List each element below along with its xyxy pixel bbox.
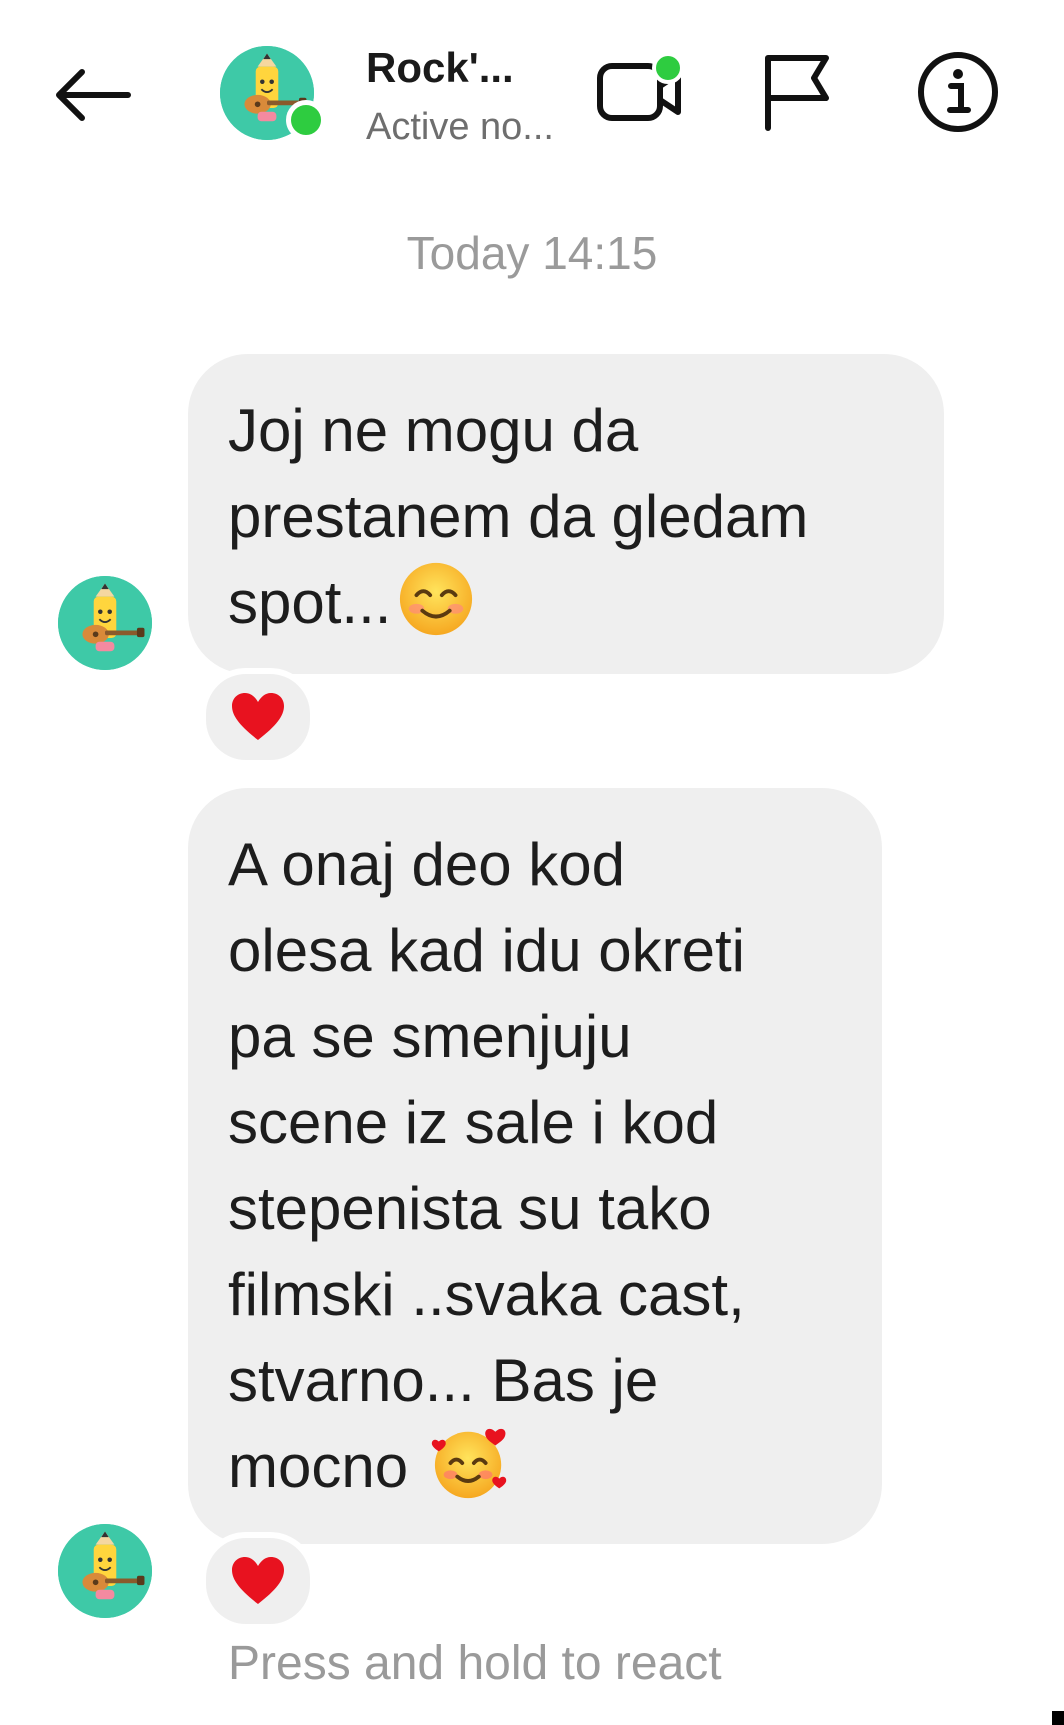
heart-icon: [232, 1557, 284, 1604]
message-line: stepenista su tako: [228, 1175, 712, 1242]
smiling-face-with-hearts-icon: [431, 1424, 509, 1502]
contact-status: Active no...: [366, 106, 554, 148]
message-line: olesa kad idu okreti: [228, 917, 745, 984]
info-icon: [918, 52, 998, 132]
message-timestamp: Today 14:15: [406, 227, 658, 279]
reaction-badge[interactable]: [200, 668, 316, 766]
smiling-face-icon: [397, 560, 475, 638]
info-button[interactable]: [916, 50, 1000, 134]
online-indicator: [286, 100, 326, 140]
corner-artifact: [1052, 1711, 1064, 1725]
message-line: Joj ne mogu da: [228, 397, 639, 464]
guitar-pencil-avatar-icon: [58, 576, 152, 670]
message-line: pa se smenjuju: [228, 1003, 632, 1070]
message-bubble[interactable]: Joj ne mogu da prestanem da gledam spot.…: [188, 354, 944, 674]
report-button[interactable]: [760, 52, 836, 132]
video-call-icon: [597, 52, 684, 121]
message-line: stvarno... Bas je: [228, 1347, 659, 1414]
arrow-left-icon: [56, 69, 131, 121]
chat-header: Rock'... Active no...: [0, 0, 1064, 190]
back-button[interactable]: [52, 60, 132, 130]
reaction-badge[interactable]: [200, 1532, 316, 1630]
message-line: mocno: [228, 1424, 834, 1510]
sender-avatar[interactable]: [58, 576, 152, 670]
guitar-pencil-avatar-icon: [58, 1524, 152, 1618]
flag-icon: [765, 55, 829, 131]
react-hint: Press and hold to react: [228, 1637, 722, 1690]
video-call-button[interactable]: [596, 52, 688, 132]
message-line-text: spot...: [228, 569, 392, 636]
message-line: A onaj deo kod: [228, 831, 626, 898]
message-line: scene iz sale i kod: [228, 1089, 719, 1156]
contact-avatar[interactable]: [220, 46, 326, 140]
message-bubble[interactable]: A onaj deo kod olesa kad idu okreti pa s…: [188, 788, 882, 1544]
heart-icon: [232, 693, 284, 740]
contact-name[interactable]: Rock'...: [366, 44, 514, 92]
message-line-text: mocno: [228, 1433, 409, 1500]
sender-avatar[interactable]: [58, 1524, 152, 1618]
message-line: spot...: [228, 560, 896, 646]
message-line: prestanem da gledam: [228, 483, 809, 550]
message-line: filmski ..svaka cast,: [228, 1261, 745, 1328]
